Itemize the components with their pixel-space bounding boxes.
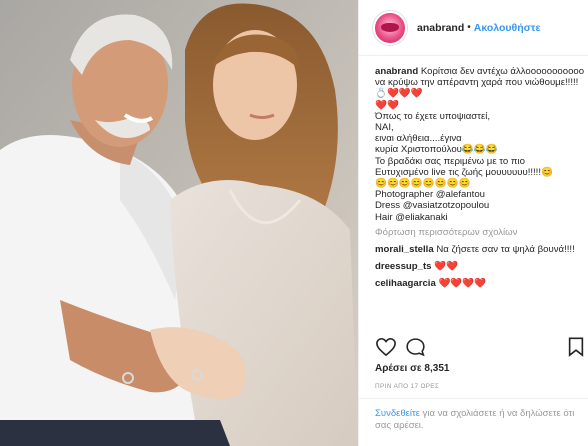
load-more-comments[interactable]: Φόρτωση περισσότερων σχολίων xyxy=(375,227,585,238)
caption: anabrand Κορίτσια δεν αντέχω άλλοοοοοοοο… xyxy=(375,66,585,223)
comment-item: celihaagarcia ❤️❤️❤️❤️ xyxy=(375,278,585,289)
bookmark-icon[interactable] xyxy=(567,337,585,360)
follow-button[interactable]: Ακολουθήστε xyxy=(474,22,541,34)
comment-text: Να ζήσετε σαν τα ψηλά βουνά!!!! xyxy=(433,244,575,256)
comment-item: morali_stella Να ζήσετε σαν τα ψηλά βουν… xyxy=(375,244,585,255)
comments-section: anabrand Κορίτσια δεν αντέχω άλλοοοοοοοο… xyxy=(375,66,585,290)
caption-username[interactable]: anabrand xyxy=(375,66,418,77)
action-bar xyxy=(375,337,585,359)
post-photo[interactable] xyxy=(0,0,358,446)
post-panel: anabrand • Ακολουθήστε anabrand Κορίτσια… xyxy=(358,0,588,446)
post-header: anabrand • Ακολουθήστε xyxy=(359,0,588,56)
login-link[interactable]: Συνδεθείτε xyxy=(375,408,420,419)
login-prompt: Συνδεθείτε για να σχολιάσετε ή να δηλώσε… xyxy=(375,408,580,432)
username-link[interactable]: anabrand xyxy=(417,22,464,34)
comment-username[interactable]: dreessup_ts xyxy=(375,261,432,272)
comment-username[interactable]: celihaagarcia xyxy=(375,278,436,289)
couple-photo-illustration xyxy=(0,0,358,446)
avatar[interactable] xyxy=(373,10,407,45)
separator-dot: • xyxy=(467,22,471,33)
divider xyxy=(359,398,588,399)
comment-icon[interactable] xyxy=(405,337,426,360)
caption-text: Κορίτσια δεν αντέχω άλλοοοοοοοοοοο να κρ… xyxy=(375,66,585,223)
comment-username[interactable]: morali_stella xyxy=(375,244,434,255)
heart-icon[interactable] xyxy=(375,337,397,360)
lips-logo-icon xyxy=(381,23,399,32)
likes-count[interactable]: Αρέσει σε 8,351 xyxy=(375,363,449,374)
comment-text: ❤️❤️❤️❤️ xyxy=(435,278,487,290)
post-timestamp[interactable]: ΠΡΙΝ ΑΠΟ 17 ΩΡΕΣ xyxy=(375,383,439,390)
comment-text: ❤️❤️ xyxy=(431,261,459,273)
comment-item: dreessup_ts ❤️❤️ xyxy=(375,261,585,272)
